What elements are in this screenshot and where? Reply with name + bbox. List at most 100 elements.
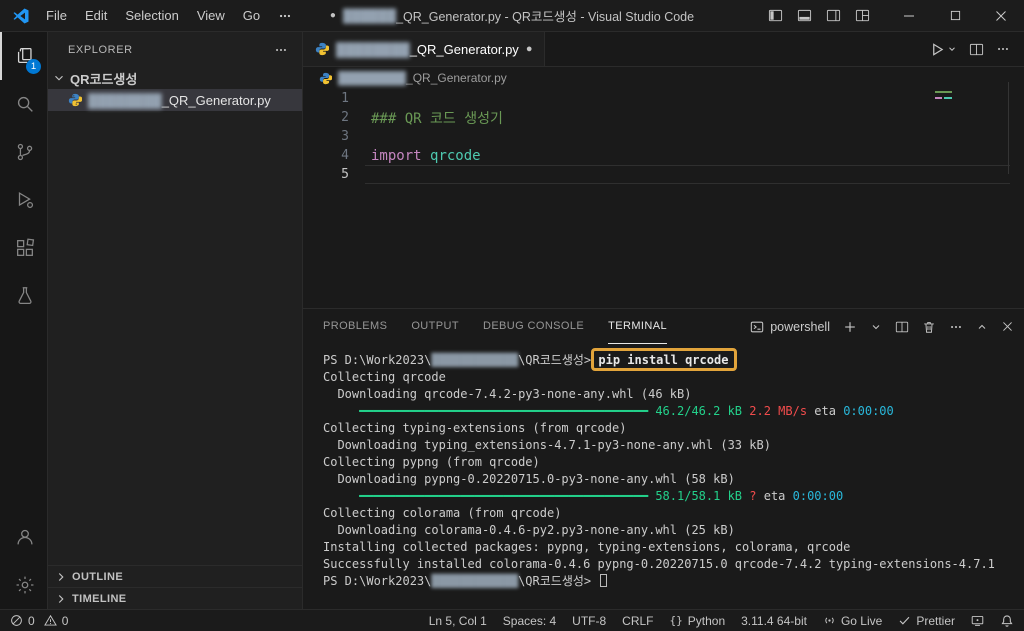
- panel-more-actions-icon[interactable]: [949, 320, 963, 334]
- terminal-line: Downloading colorama-0.4.6-py2.py3-none-…: [323, 522, 1016, 539]
- folder-row-root[interactable]: QR코드생성: [48, 67, 302, 89]
- redacted-path: ████████████: [431, 574, 519, 588]
- explorer-more-actions-icon[interactable]: [274, 43, 288, 57]
- line-number: 1: [341, 91, 349, 106]
- error-count: 0: [28, 613, 35, 628]
- menu-selection[interactable]: Selection: [116, 0, 187, 32]
- toggle-panel-icon[interactable]: [797, 8, 812, 23]
- code-editor[interactable]: 1 2 ### QR 코드 생성기 3 4 import qrcode 5: [303, 89, 1024, 308]
- shell-name: powershell: [770, 319, 830, 334]
- python-file-icon: [315, 42, 329, 56]
- split-editor-icon[interactable]: [969, 42, 984, 57]
- notifications-bell-icon[interactable]: [1000, 614, 1014, 628]
- cursor-position-status[interactable]: Ln 5, Col 1: [429, 614, 487, 628]
- customize-layout-icon[interactable]: [855, 8, 870, 23]
- terminal-line: Collecting pypng (from qrcode): [323, 454, 1016, 471]
- terminal-line: Successfully installed colorama-0.4.6 py…: [323, 556, 1016, 573]
- terminal-text: ━━━━━━━━━━━━━━━━━━━━━━━━━━━━━━━━━━━━━━━━…: [359, 489, 743, 503]
- activity-extensions-icon[interactable]: [0, 224, 47, 272]
- activity-explorer-icon[interactable]: 1: [0, 32, 47, 80]
- activity-source-control-icon[interactable]: [0, 128, 47, 176]
- explorer-sidebar: EXPLORER QR코드생성 ████████ _QR_Generator.py: [48, 32, 303, 609]
- status-left: 0 0: [10, 614, 68, 628]
- titlebar-right: [768, 0, 1024, 32]
- tab-dirty-indicator[interactable]: ●: [526, 43, 533, 55]
- toggle-primary-sidebar-icon[interactable]: [768, 8, 783, 23]
- close-panel-icon[interactable]: [1001, 320, 1014, 333]
- tab-terminal[interactable]: TERMINAL: [608, 309, 667, 344]
- editor-group: ████████ _QR_Generator.py ● ████████ _QR…: [303, 32, 1024, 308]
- problems-status[interactable]: 0 0: [10, 614, 68, 628]
- minimize-button[interactable]: [886, 0, 932, 32]
- redacted-filename-prefix: ████████: [336, 41, 410, 57]
- redacted-path: ████████████: [431, 353, 519, 367]
- current-line-highlight: [365, 165, 1010, 184]
- activity-testing-icon[interactable]: [0, 272, 47, 320]
- line-number-active: 5: [341, 167, 349, 182]
- timeline-section[interactable]: TIMELINE: [48, 587, 302, 609]
- terminal-line: Collecting qrcode: [323, 369, 1016, 386]
- tab-problems[interactable]: PROBLEMS: [323, 309, 387, 344]
- new-terminal-icon[interactable]: [843, 320, 857, 334]
- prettier-status[interactable]: Prettier: [898, 614, 955, 628]
- indentation-status[interactable]: Spaces: 4: [503, 614, 556, 628]
- launch-profile-chevron-icon[interactable]: [870, 321, 882, 333]
- menu-edit[interactable]: Edit: [76, 0, 116, 32]
- outline-section[interactable]: OUTLINE: [48, 565, 302, 587]
- kill-terminal-trash-icon[interactable]: [922, 320, 936, 334]
- terminal-text: \QR코드생성>: [518, 574, 599, 588]
- code-line: 2 ### QR 코드 생성기: [303, 108, 1024, 127]
- activity-settings-icon[interactable]: [0, 561, 47, 609]
- go-live-status[interactable]: Go Live: [823, 614, 882, 628]
- maximize-panel-chevron-icon[interactable]: [976, 321, 988, 333]
- editor-scrollbar[interactable]: [1008, 82, 1009, 174]
- chevron-down-icon: [52, 71, 66, 85]
- run-python-file-icon[interactable]: [930, 42, 957, 57]
- maximize-button[interactable]: [932, 0, 978, 32]
- shell-selector[interactable]: powershell: [750, 320, 830, 334]
- menubar: File Edit Selection View Go: [37, 0, 301, 32]
- minimap[interactable]: [935, 91, 952, 93]
- toggle-secondary-sidebar-icon[interactable]: [826, 8, 841, 23]
- menu-file[interactable]: File: [37, 0, 76, 32]
- code-line: 1: [303, 89, 1024, 108]
- editor-more-actions-icon[interactable]: [996, 42, 1010, 56]
- breadcrumb[interactable]: ████████ _QR_Generator.py: [303, 67, 1024, 89]
- split-terminal-icon[interactable]: [895, 320, 909, 334]
- menu-overflow-icon[interactable]: [269, 0, 301, 32]
- terminal-line: Collecting colorama (from qrcode): [323, 505, 1016, 522]
- terminal-text: ?: [749, 489, 757, 503]
- python-file-icon: [68, 93, 82, 107]
- encoding-status[interactable]: UTF-8: [572, 614, 606, 628]
- terminal-cursor: [600, 574, 608, 587]
- file-row-selected[interactable]: ████████ _QR_Generator.py: [48, 89, 302, 111]
- terminal-line: Installing collected packages: pypng, ty…: [323, 539, 1016, 556]
- terminal-icon: [750, 320, 764, 334]
- menu-go[interactable]: Go: [234, 0, 269, 32]
- tab-debug-console[interactable]: DEBUG CONSOLE: [483, 309, 584, 344]
- status-right: Ln 5, Col 1 Spaces: 4 UTF-8 CRLF {} Pyth…: [429, 614, 1014, 628]
- activity-run-debug-icon[interactable]: [0, 176, 47, 224]
- activity-search-icon[interactable]: [0, 80, 47, 128]
- code-line: 4 import qrcode: [303, 146, 1024, 165]
- screencast-icon[interactable]: [971, 614, 984, 627]
- language-label: Python: [687, 613, 726, 628]
- close-window-button[interactable]: [978, 0, 1024, 32]
- terminal-text: Collecting qrcode: [323, 370, 446, 384]
- terminal-content[interactable]: PS D:\Work2023\████████████\QR코드생성> pip …: [323, 352, 1016, 590]
- editor-tab-bar: ████████ _QR_Generator.py ●: [303, 32, 1024, 67]
- redacted-filename-prefix: ██████: [342, 8, 397, 23]
- status-bar: 0 0 Ln 5, Col 1 Spaces: 4 UTF-8 CRLF {} …: [0, 609, 1024, 631]
- file-name: _QR_Generator.py: [161, 92, 271, 108]
- python-interpreter-status[interactable]: 3.11.4 64-bit: [741, 614, 807, 628]
- activity-account-icon[interactable]: [0, 513, 47, 561]
- language-mode-status[interactable]: {} Python: [670, 614, 726, 628]
- tab-output[interactable]: OUTPUT: [411, 309, 459, 344]
- minimap[interactable]: [944, 97, 952, 99]
- eol-status[interactable]: CRLF: [622, 614, 653, 628]
- minimap[interactable]: [935, 97, 942, 99]
- menu-view[interactable]: View: [188, 0, 234, 32]
- editor-tab-active[interactable]: ████████ _QR_Generator.py ●: [303, 32, 546, 66]
- dirty-indicator: ●: [329, 10, 336, 21]
- tab-file-name: _QR_Generator.py: [409, 41, 519, 57]
